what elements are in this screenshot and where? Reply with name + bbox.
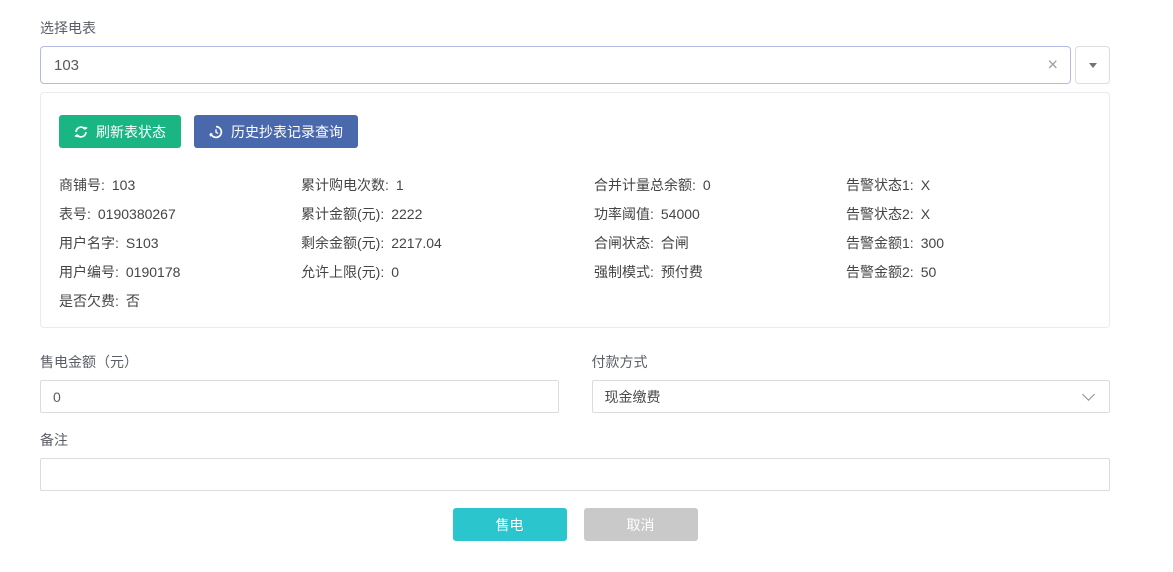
info-label: 合闸状态: xyxy=(594,233,654,253)
info-value: X xyxy=(921,206,930,222)
info-column: 告警状态1: X 告警状态2: X 告警金额1: 300 告警金额2: 50 xyxy=(846,170,1091,315)
info-item: 告警金额2: 50 xyxy=(846,257,1091,286)
info-value: 103 xyxy=(112,177,135,193)
info-item: 功率阈值: 54000 xyxy=(594,199,846,228)
info-item: 告警金额1: 300 xyxy=(846,228,1091,257)
info-value: 1 xyxy=(396,177,404,193)
payment-field-group: 付款方式 现金缴费 xyxy=(592,352,1111,413)
meter-select-wrap: × xyxy=(40,46,1071,84)
refresh-meter-status-button[interactable]: 刷新表状态 xyxy=(59,115,181,148)
select-meter-label: 选择电表 xyxy=(40,18,1110,38)
info-label: 告警状态1: xyxy=(846,175,914,195)
info-item: 强制模式: 预付费 xyxy=(594,257,846,286)
caret-down-icon xyxy=(1089,63,1097,68)
info-label: 累计金额(元): xyxy=(301,204,384,224)
refresh-button-label: 刷新表状态 xyxy=(96,122,166,142)
info-item: 剩余金额(元): 2217.04 xyxy=(301,228,594,257)
amount-label: 售电金额（元） xyxy=(40,352,559,372)
remark-field-group: 备注 xyxy=(40,430,1110,491)
info-value: 2217.04 xyxy=(391,235,442,251)
history-icon xyxy=(209,125,223,139)
info-label: 累计购电次数: xyxy=(301,175,389,195)
meter-info-panel: 刷新表状态 历史抄表记录查询 商铺号: 103 表号: 0190380267 用户名字:… xyxy=(40,92,1110,328)
info-item: 告警状态2: X xyxy=(846,199,1091,228)
meter-select-row: × xyxy=(40,46,1110,84)
info-value: 300 xyxy=(921,235,944,251)
history-records-query-button[interactable]: 历史抄表记录查询 xyxy=(194,115,358,148)
info-value: 0 xyxy=(703,177,711,193)
info-value: 50 xyxy=(921,264,937,280)
chevron-down-icon xyxy=(1082,388,1095,401)
info-label: 告警金额2: xyxy=(846,262,914,282)
remark-input[interactable] xyxy=(40,458,1110,491)
info-label: 合并计量总余额: xyxy=(594,175,696,195)
info-item: 用户编号: 0190178 xyxy=(59,257,301,286)
remark-label: 备注 xyxy=(40,430,1110,450)
info-label: 功率阈值: xyxy=(594,204,654,224)
info-value: 0190178 xyxy=(126,264,181,280)
amount-payment-row: 售电金额（元） 付款方式 现金缴费 xyxy=(40,352,1110,413)
info-value: 2222 xyxy=(391,206,422,222)
info-column: 商铺号: 103 表号: 0190380267 用户名字: S103 用户编号: 019017… xyxy=(59,170,301,315)
meter-select-input[interactable] xyxy=(40,46,1071,84)
info-item: 告警状态1: X xyxy=(846,170,1091,199)
footer-actions: 售电 取消 xyxy=(40,508,1110,541)
payment-method-select[interactable]: 现金缴费 xyxy=(592,380,1111,413)
cancel-button[interactable]: 取消 xyxy=(584,508,698,541)
info-label: 允许上限(元): xyxy=(301,262,384,282)
history-button-label: 历史抄表记录查询 xyxy=(231,122,343,142)
info-label: 告警金额1: xyxy=(846,233,914,253)
sell-button[interactable]: 售电 xyxy=(453,508,567,541)
info-item: 累计购电次数: 1 xyxy=(301,170,594,199)
panel-button-row: 刷新表状态 历史抄表记录查询 xyxy=(59,115,1091,148)
info-label: 剩余金额(元): xyxy=(301,233,384,253)
clear-icon[interactable]: × xyxy=(1047,56,1058,74)
meter-dropdown-button[interactable] xyxy=(1075,46,1110,84)
info-value: S103 xyxy=(126,235,159,251)
info-label: 表号: xyxy=(59,204,91,224)
info-value: 合闸 xyxy=(661,233,689,253)
info-label: 商铺号: xyxy=(59,175,105,195)
payment-selected-value: 现金缴费 xyxy=(605,387,661,407)
info-label: 用户名字: xyxy=(59,233,119,253)
amount-field-group: 售电金额（元） xyxy=(40,352,559,413)
info-value: 预付费 xyxy=(661,262,703,282)
amount-input[interactable] xyxy=(40,380,559,413)
info-value: 0 xyxy=(391,264,399,280)
info-column: 累计购电次数: 1 累计金额(元): 2222 剩余金额(元): 2217.04 允许上限(… xyxy=(301,170,594,315)
info-item: 合并计量总余额: 0 xyxy=(594,170,846,199)
info-item: 合闸状态: 合闸 xyxy=(594,228,846,257)
info-label: 是否欠费: xyxy=(59,291,119,311)
info-item: 允许上限(元): 0 xyxy=(301,257,594,286)
info-label: 告警状态2: xyxy=(846,204,914,224)
meter-info-grid: 商铺号: 103 表号: 0190380267 用户名字: S103 用户编号: 019017… xyxy=(59,170,1091,315)
info-label: 用户编号: xyxy=(59,262,119,282)
sell-electricity-form: 选择电表 × 刷新表状态 xyxy=(0,0,1173,541)
info-value: 否 xyxy=(126,291,140,311)
info-item: 商铺号: 103 xyxy=(59,170,301,199)
info-value: X xyxy=(921,177,930,193)
info-column: 合并计量总余额: 0 功率阈值: 54000 合闸状态: 合闸强制模式: 预付费 xyxy=(594,170,846,315)
info-item: 是否欠费: 否 xyxy=(59,286,301,315)
refresh-icon xyxy=(74,125,88,139)
info-item: 表号: 0190380267 xyxy=(59,199,301,228)
payment-label: 付款方式 xyxy=(592,352,1111,372)
info-item: 累计金额(元): 2222 xyxy=(301,199,594,228)
info-value: 54000 xyxy=(661,206,700,222)
info-item: 用户名字: S103 xyxy=(59,228,301,257)
info-value: 0190380267 xyxy=(98,206,176,222)
info-label: 强制模式: xyxy=(594,262,654,282)
